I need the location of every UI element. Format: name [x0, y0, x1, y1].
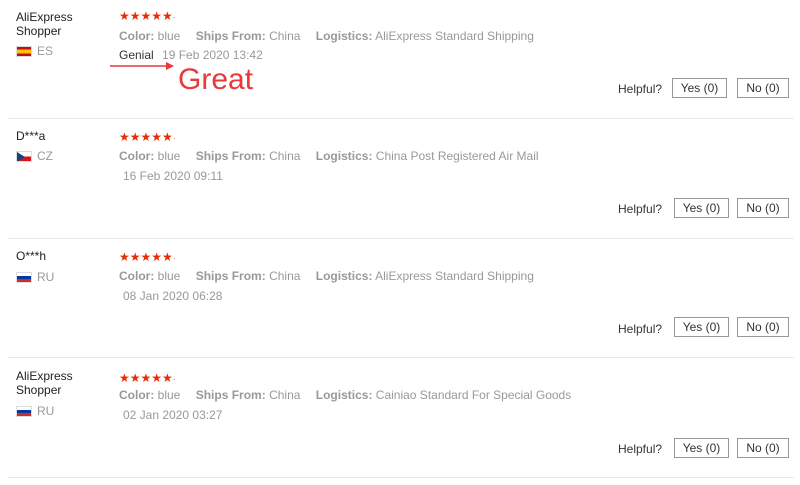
- review-item: AliExpress Shopper RU ★★★★★· Color: blue…: [0, 358, 800, 476]
- star-rating: ★★★★★·: [119, 250, 176, 264]
- review-date: 16 Feb 2020 09:11: [123, 169, 223, 183]
- review-item: O***h RU ★★★★★· Color: blue Ships From: …: [0, 239, 800, 357]
- helpful-yes-button[interactable]: Yes (0): [674, 317, 729, 337]
- flag-cz-icon: [16, 150, 32, 162]
- review-feedback: 08 Jan 2020 06:28: [123, 289, 222, 303]
- review-date: 08 Jan 2020 06:28: [123, 289, 223, 303]
- review-item: D***a CZ ★★★★★· Color: blue Ships From: …: [0, 119, 800, 237]
- order-info: Color: blue Ships From: China Logistics:…: [119, 29, 534, 43]
- reviewer-name: AliExpress Shopper: [16, 369, 73, 397]
- arrow-right-icon: [110, 62, 174, 70]
- reviewer-country: RU: [16, 404, 54, 418]
- helpful-no-button[interactable]: No (0): [737, 198, 789, 218]
- star-rating: ★★★★★·: [119, 9, 176, 23]
- flag-ru-icon: [16, 405, 32, 417]
- reviewer-country: CZ: [16, 149, 53, 163]
- reviewer-country: ES: [16, 44, 53, 58]
- helpful-label: Helpful?: [618, 82, 663, 96]
- helpful-yes-button[interactable]: Yes (0): [672, 78, 727, 98]
- divider: [8, 477, 794, 478]
- order-info: Color: blue Ships From: China Logistics:…: [119, 388, 572, 402]
- review-feedback: 16 Feb 2020 09:11: [123, 169, 223, 183]
- flag-es-icon: [16, 45, 32, 57]
- helpful-yes-button[interactable]: Yes (0): [674, 198, 729, 218]
- star-rating: ★★★★★·: [119, 130, 176, 144]
- order-info: Color: blue Ships From: China Logistics:…: [119, 269, 534, 283]
- helpful-yes-button[interactable]: Yes (0): [674, 438, 729, 458]
- flag-ru-icon: [16, 271, 32, 283]
- helpful-label: Helpful?: [618, 442, 663, 456]
- helpful-no-button[interactable]: No (0): [737, 317, 789, 337]
- helpful-label: Helpful?: [618, 322, 663, 336]
- helpful-no-button[interactable]: No (0): [737, 438, 789, 458]
- helpful-no-button[interactable]: No (0): [737, 78, 789, 98]
- reviewer-name: AliExpress Shopper: [16, 10, 73, 38]
- order-info: Color: blue Ships From: China Logistics:…: [119, 149, 539, 163]
- reviewer-name: D***a: [16, 129, 46, 143]
- helpful-label: Helpful?: [618, 202, 663, 216]
- review-date: 02 Jan 2020 03:27: [123, 408, 223, 422]
- review-feedback: 02 Jan 2020 03:27: [123, 408, 222, 422]
- reviewer-name: O***h: [16, 249, 47, 263]
- star-rating: ★★★★★·: [119, 371, 176, 385]
- reviewer-country: RU: [16, 270, 54, 284]
- annotation-text: Great: [178, 63, 254, 96]
